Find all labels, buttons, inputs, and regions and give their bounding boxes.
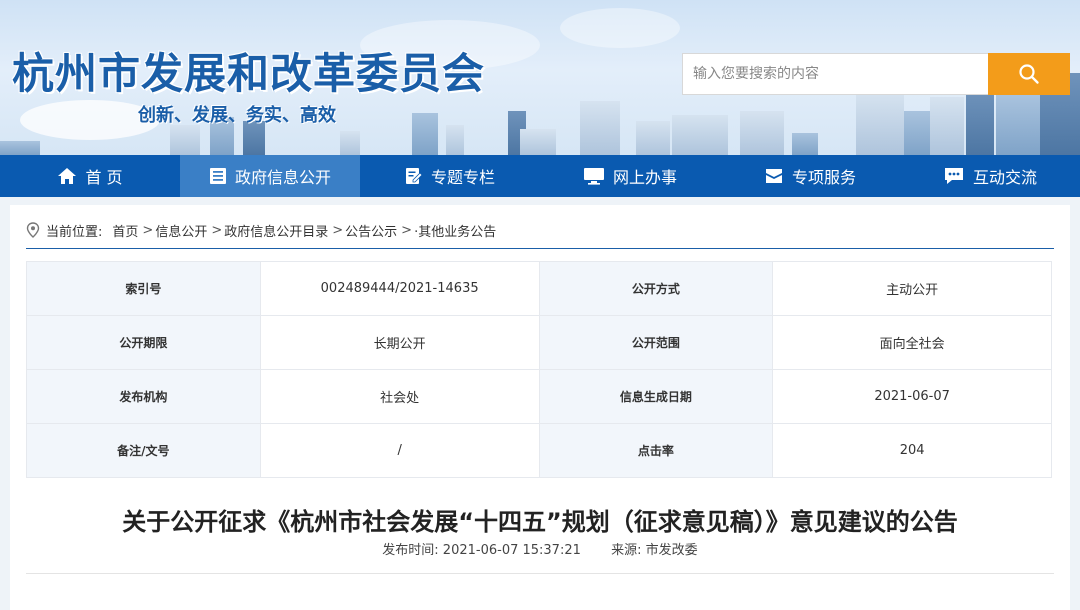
- chat-icon: [944, 168, 963, 184]
- document-list-icon: [209, 168, 226, 184]
- breadcrumb-link-info-open[interactable]: 信息公开: [155, 221, 207, 240]
- nav-item-interaction[interactable]: 互动交流: [900, 155, 1080, 197]
- header-banner: 杭州市发展和改革委员会 创新、发展、务实、高效 输入您要搜索的内容: [0, 0, 1080, 155]
- main-nav: 首 页 政府信息公开 专题专栏 网上办事 专项服务 互动交流: [0, 155, 1080, 197]
- breadcrumb-link-other-business[interactable]: ·其他业务公告: [414, 221, 496, 240]
- metadata-value: /: [259, 423, 540, 478]
- breadcrumb-separator: >: [401, 222, 413, 238]
- nav-item-label: 网上办事: [612, 168, 677, 187]
- site-slogan: 创新、发展、务实、高效: [138, 105, 336, 126]
- breadcrumb-link-home[interactable]: 首页: [112, 221, 138, 240]
- breadcrumb-divider: [26, 248, 1054, 249]
- metadata-value: 204: [772, 423, 1052, 478]
- nav-item-online-services[interactable]: 网上办事: [540, 155, 720, 197]
- search-button[interactable]: [988, 53, 1070, 95]
- metadata-label: 信息生成日期: [538, 369, 774, 424]
- metadata-label: 公开范围: [538, 315, 774, 370]
- nav-item-label: 专题专栏: [430, 168, 495, 187]
- breadcrumb: 当前位置: 首页 > 信息公开 > 政府信息公开目录 > 公告公示 > ·其他业…: [26, 219, 498, 241]
- content-panel: 当前位置: 首页 > 信息公开 > 政府信息公开目录 > 公告公示 > ·其他业…: [10, 205, 1070, 610]
- article-source: 来源: 市发改委: [611, 543, 698, 558]
- cloud-decoration: [560, 8, 680, 48]
- edit-note-icon: [405, 168, 423, 184]
- metadata-value: 社会处: [259, 369, 540, 424]
- nav-item-home[interactable]: 首 页: [0, 155, 180, 197]
- metadata-label: 点击率: [538, 423, 774, 478]
- home-icon: [58, 168, 77, 184]
- breadcrumb-prefix: 当前位置:: [46, 224, 103, 240]
- metadata-label: 公开方式: [538, 261, 774, 316]
- table-row: 备注/文号 / 点击率 204: [26, 423, 1052, 478]
- table-row: 索引号 002489444/2021-14635 公开方式 主动公开: [26, 261, 1052, 316]
- breadcrumb-link-gov-info-catalog[interactable]: 政府信息公开目录: [224, 221, 328, 240]
- metadata-label: 发布机构: [26, 369, 261, 424]
- breadcrumb-link-announcements[interactable]: 公告公示: [345, 221, 397, 240]
- nav-item-label: 政府信息公开: [234, 168, 331, 187]
- metadata-label: 公开期限: [26, 315, 261, 370]
- search-input[interactable]: 输入您要搜索的内容: [682, 53, 988, 95]
- metadata-value: 002489444/2021-14635: [259, 261, 540, 316]
- site-title[interactable]: 杭州市发展和改革委员会: [12, 40, 485, 101]
- search-icon: [1019, 64, 1039, 84]
- nav-item-special-services[interactable]: 专项服务: [720, 155, 900, 197]
- metadata-value: 长期公开: [259, 315, 540, 370]
- metadata-value: 主动公开: [772, 261, 1052, 316]
- publish-time: 发布时间: 2021-06-07 15:37:21: [382, 543, 581, 558]
- nav-item-special-topics[interactable]: 专题专栏: [360, 155, 540, 197]
- article-divider: [26, 573, 1054, 574]
- nav-item-gov-info[interactable]: 政府信息公开: [180, 155, 360, 197]
- article-meta: 发布时间: 2021-06-07 15:37:21 来源: 市发改委: [10, 539, 1070, 558]
- metadata-label: 索引号: [26, 261, 261, 316]
- monitor-icon: [583, 168, 604, 185]
- nav-item-label: 首 页: [85, 168, 123, 187]
- breadcrumb-separator: >: [211, 222, 223, 238]
- table-row: 发布机构 社会处 信息生成日期 2021-06-07: [26, 369, 1052, 424]
- metadata-table: 索引号 002489444/2021-14635 公开方式 主动公开 公开期限 …: [26, 261, 1052, 478]
- location-pin-icon: [26, 222, 40, 238]
- nav-item-label: 互动交流: [972, 168, 1037, 187]
- metadata-value: 2021-06-07: [772, 369, 1052, 424]
- article-title: 关于公开征求《杭州市社会发展“十四五”规划（征求意见稿）》意见建议的公告: [122, 508, 958, 536]
- breadcrumb-separator: >: [142, 222, 154, 238]
- breadcrumb-separator: >: [332, 222, 344, 238]
- metadata-label: 备注/文号: [26, 423, 261, 478]
- metadata-value: 面向全社会: [772, 315, 1052, 370]
- mail-icon: [765, 169, 782, 183]
- nav-item-label: 专项服务: [791, 168, 856, 187]
- table-row: 公开期限 长期公开 公开范围 面向全社会: [26, 315, 1052, 370]
